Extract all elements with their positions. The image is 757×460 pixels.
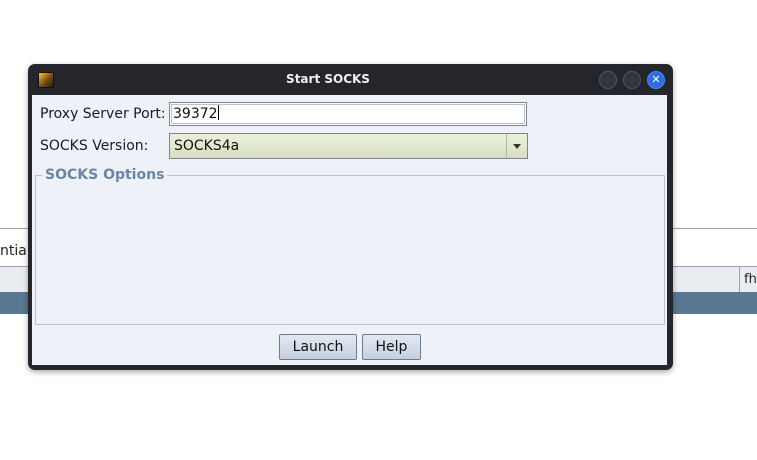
background-column-header[interactable]: fh <box>744 272 757 287</box>
background-tab-label[interactable]: ntial <box>0 243 31 259</box>
text-caret <box>217 105 219 120</box>
socks-options-title: SOCKS Options <box>42 167 168 183</box>
dialog-titlebar[interactable]: Start SOCKS ✕ <box>28 64 673 95</box>
help-button[interactable]: Help <box>362 334 421 360</box>
dialog-title: Start SOCKS <box>286 72 370 86</box>
dialog-content: Proxy Server Port: 39372 SOCKS Version: … <box>32 95 667 365</box>
minimize-button[interactable] <box>599 71 617 89</box>
launch-button[interactable]: Launch <box>279 334 357 360</box>
proxy-port-label: Proxy Server Port: <box>40 106 166 122</box>
start-socks-dialog: Start SOCKS ✕ Proxy Server Port: 39372 S… <box>28 64 673 370</box>
dropdown-toggle[interactable] <box>506 134 527 158</box>
socks-version-label: SOCKS Version: <box>40 138 149 154</box>
chevron-down-icon <box>513 144 521 149</box>
background-column-divider <box>739 267 740 292</box>
maximize-button[interactable] <box>623 71 641 89</box>
proxy-port-value: 39372 <box>173 106 218 122</box>
close-icon: ✕ <box>651 73 661 86</box>
socks-version-value: SOCKS4a <box>174 138 240 154</box>
close-button[interactable]: ✕ <box>647 71 665 89</box>
proxy-port-input[interactable]: 39372 <box>169 102 527 126</box>
socks-options-group: SOCKS Options <box>35 167 665 325</box>
socks-version-select[interactable]: SOCKS4a <box>169 133 528 159</box>
